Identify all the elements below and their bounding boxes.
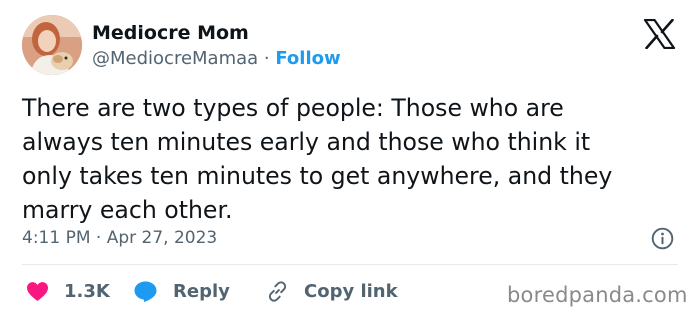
- author-name[interactable]: Mediocre Mom: [92, 22, 249, 44]
- like-button[interactable]: 1.3K: [26, 276, 110, 306]
- reply-label: Reply: [173, 280, 230, 302]
- reply-button[interactable]: Reply: [133, 276, 230, 306]
- reply-bubble-icon: [134, 281, 157, 302]
- handle-separator: ·: [258, 48, 276, 69]
- author-handle-row: @MediocreMamaa · Follow: [92, 48, 341, 69]
- like-count: 1.3K: [64, 280, 110, 302]
- copy-link-label: Copy link: [304, 280, 398, 302]
- copy-link-button[interactable]: Copy link: [266, 276, 398, 306]
- tweet-text: There are two types of people: Those who…: [22, 94, 613, 224]
- watermark: boredpanda.com: [507, 283, 688, 307]
- link-icon: [268, 280, 287, 302]
- tweet-timestamp[interactable]: 4:11 PM · Apr 27, 2023: [22, 228, 217, 248]
- avatar[interactable]: [22, 15, 82, 75]
- divider: [22, 264, 678, 265]
- info-icon[interactable]: [651, 227, 674, 250]
- tweet-card: Mediocre Mom @MediocreMamaa · Follow The…: [0, 0, 700, 318]
- heart-icon: [27, 281, 48, 301]
- author-handle[interactable]: @MediocreMamaa: [92, 48, 258, 69]
- follow-button[interactable]: Follow: [275, 48, 340, 69]
- profile-photo-icon: [22, 15, 82, 75]
- x-logo-icon[interactable]: [643, 19, 676, 49]
